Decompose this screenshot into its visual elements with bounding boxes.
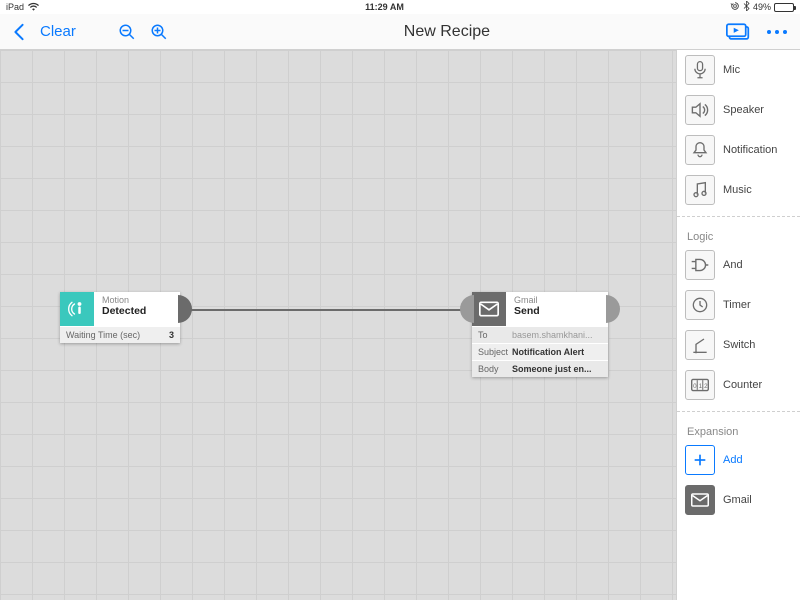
orientation-lock-icon xyxy=(730,1,740,13)
bluetooth-icon xyxy=(743,1,750,13)
sidebar-item-mic[interactable]: Mic xyxy=(677,50,800,90)
port-in-icon[interactable] xyxy=(460,295,474,323)
node-param-row[interactable]: Subject Notification Alert xyxy=(472,344,608,360)
node-category: Gmail xyxy=(514,295,568,305)
component-sidebar: Mic Speaker Notification Music Logic xyxy=(676,50,800,600)
sidebar-item-notification[interactable]: Notification xyxy=(677,130,800,170)
mail-icon xyxy=(685,485,715,515)
sidebar-item-switch[interactable]: Switch xyxy=(677,325,800,365)
slideshow-button[interactable] xyxy=(726,23,750,41)
node-param-row[interactable]: To basem.shamkhani... xyxy=(472,327,608,343)
battery-pct: 49% xyxy=(753,2,771,12)
more-button[interactable] xyxy=(766,29,788,35)
sidebar-item-label: Timer xyxy=(723,299,792,311)
sidebar-item-label: Switch xyxy=(723,339,792,351)
svg-text:0: 0 xyxy=(693,383,697,390)
param-label: Subject xyxy=(478,347,512,357)
sidebar-section-logic: Logic xyxy=(677,223,800,245)
node-gmail[interactable]: Gmail Send To basem.shamkhani... Subject… xyxy=(472,292,608,377)
sidebar-item-gmail[interactable]: Gmail xyxy=(677,480,800,520)
sidebar-item-music[interactable]: Music xyxy=(677,170,800,210)
port-out-icon[interactable] xyxy=(178,295,192,323)
zoom-in-button[interactable] xyxy=(150,23,168,41)
device-label: iPad xyxy=(6,2,24,12)
node-action: Detected xyxy=(102,305,156,323)
param-value: Notification Alert xyxy=(512,347,584,357)
svg-text:2: 2 xyxy=(704,383,708,390)
sidebar-item-label: Add xyxy=(723,454,792,466)
port-out-icon[interactable] xyxy=(606,295,620,323)
sidebar-item-label: Counter xyxy=(723,379,792,391)
battery-icon xyxy=(774,3,794,12)
sidebar-item-timer[interactable]: Timer xyxy=(677,285,800,325)
sidebar-item-add[interactable]: Add xyxy=(677,440,800,480)
sidebar-item-speaker[interactable]: Speaker xyxy=(677,90,800,130)
counter-icon: 012 xyxy=(685,370,715,400)
param-value: Someone just en... xyxy=(512,364,592,374)
sidebar-section-expansion: Expansion xyxy=(677,418,800,440)
music-icon xyxy=(685,175,715,205)
and-gate-icon xyxy=(685,250,715,280)
param-value: 3 xyxy=(156,330,174,340)
node-param-row[interactable]: Body Someone just en... xyxy=(472,361,608,377)
status-time: 11:29 AM xyxy=(39,2,730,12)
sidebar-item-label: Speaker xyxy=(723,104,792,116)
back-button[interactable] xyxy=(12,23,26,41)
param-label: Body xyxy=(478,364,512,374)
mail-icon xyxy=(472,292,506,326)
speaker-icon xyxy=(685,95,715,125)
node-category: Motion xyxy=(102,295,156,305)
node-param-row[interactable]: Waiting Time (sec) 3 xyxy=(60,327,180,343)
param-label: Waiting Time (sec) xyxy=(66,330,156,340)
bell-icon xyxy=(685,135,715,165)
node-action: Send xyxy=(514,305,568,323)
sidebar-item-label: Gmail xyxy=(723,494,792,506)
status-bar: iPad 11:29 AM 49% xyxy=(0,0,800,14)
switch-icon xyxy=(685,330,715,360)
svg-text:1: 1 xyxy=(699,383,703,390)
sidebar-item-label: Notification xyxy=(723,144,792,156)
wifi-icon xyxy=(28,2,39,13)
sidebar-item-and[interactable]: And xyxy=(677,245,800,285)
param-value: basem.shamkhani... xyxy=(512,330,593,340)
motion-sensor-icon xyxy=(60,292,94,326)
sidebar-item-counter[interactable]: 012 Counter xyxy=(677,365,800,405)
sidebar-item-label: Mic xyxy=(723,64,792,76)
divider xyxy=(677,216,800,217)
connection-wire xyxy=(190,309,472,311)
clear-button[interactable]: Clear xyxy=(40,23,76,40)
sidebar-item-label: And xyxy=(723,259,792,271)
divider xyxy=(677,411,800,412)
zoom-out-button[interactable] xyxy=(118,23,136,41)
timer-icon xyxy=(685,290,715,320)
mic-icon xyxy=(685,55,715,85)
param-label: To xyxy=(478,330,512,340)
toolbar: Clear New Recipe xyxy=(0,14,800,50)
recipe-canvas[interactable]: Motion Detected Waiting Time (sec) 3 Gma… xyxy=(0,50,676,600)
plus-icon xyxy=(685,445,715,475)
page-title: New Recipe xyxy=(182,23,712,41)
node-motion[interactable]: Motion Detected Waiting Time (sec) 3 xyxy=(60,292,180,343)
sidebar-item-label: Music xyxy=(723,184,792,196)
